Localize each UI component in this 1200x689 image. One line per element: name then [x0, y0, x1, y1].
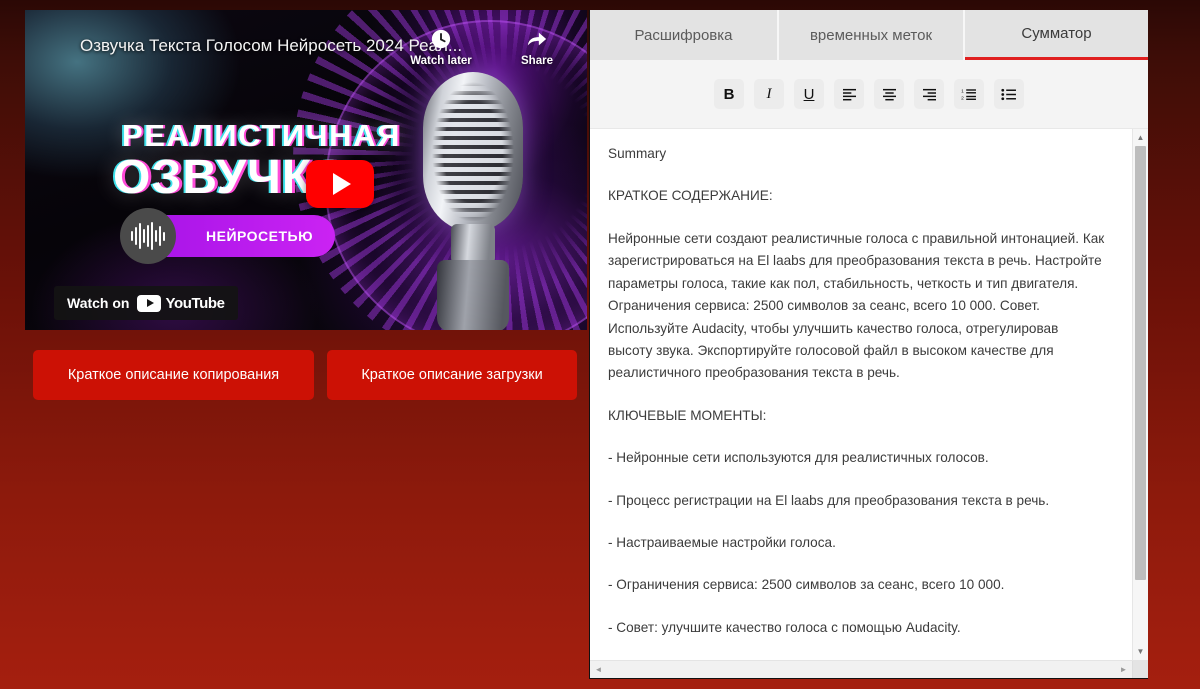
microphone-graphic [417, 72, 529, 330]
scroll-right-arrow-icon[interactable]: ► [1115, 661, 1132, 678]
video-title[interactable]: Озвучка Текста Голосом Нейросеть 2024 Ре… [80, 36, 462, 56]
play-button[interactable] [306, 160, 374, 208]
tab-summarizer[interactable]: Сумматор [965, 10, 1148, 60]
summary-action-buttons: Краткое описание копирования Краткое опи… [33, 350, 577, 400]
tab-bar: Расшифровка временных меток Сумматор [590, 10, 1148, 60]
download-summary-button[interactable]: Краткое описание загрузки [327, 350, 577, 400]
clock-icon [407, 28, 475, 54]
tab-transcript[interactable]: Расшифровка [590, 10, 779, 60]
ordered-list-icon[interactable]: 12 [954, 79, 984, 109]
summary-document[interactable]: Summary КРАТКОЕ СОДЕРЖАНИЕ: Нейронные се… [590, 129, 1132, 660]
vertical-scroll-track[interactable] [1133, 146, 1148, 643]
svg-text:1: 1 [961, 88, 964, 94]
align-center-icon[interactable] [874, 79, 904, 109]
formatting-toolbar: B I U 12 [590, 60, 1148, 129]
editor-area: Summary КРАТКОЕ СОДЕРЖАНИЕ: Нейронные се… [590, 129, 1148, 660]
watch-later-button[interactable]: Watch later [407, 28, 475, 67]
summary-heading: Summary [608, 146, 667, 161]
watch-later-label: Watch later [410, 55, 472, 67]
key-point-item: - Процесс регистрации на El laabs для пр… [608, 492, 1050, 508]
hero-headline-line1: РЕАЛИСТИЧНАЯ [122, 118, 402, 153]
tab-timestamps[interactable]: временных меток [779, 10, 965, 60]
hero-pill-label: НЕЙРОСЕТЬЮ [206, 228, 314, 244]
vertical-scrollbar[interactable]: ▲ ▼ [1132, 129, 1148, 660]
waveform-icon [120, 208, 176, 264]
key-point-item: - Совет: улучшите качество голоса с помо… [608, 619, 961, 635]
scrollbar-corner [1132, 661, 1148, 678]
italic-icon[interactable]: I [754, 79, 784, 109]
underline-glyph: U [803, 85, 815, 103]
youtube-video-embed[interactable]: Озвучка Текста Голосом Нейросеть 2024 Ре… [25, 10, 587, 330]
underline-icon[interactable]: U [794, 79, 824, 109]
copy-summary-button[interactable]: Краткое описание копирования [33, 350, 314, 400]
summarizer-panel: Расшифровка временных меток Сумматор B I… [589, 10, 1148, 679]
bold-icon[interactable]: B [714, 79, 744, 109]
scroll-left-arrow-icon[interactable]: ◄ [590, 661, 607, 678]
align-right-icon[interactable] [914, 79, 944, 109]
youtube-logo: YouTube [137, 294, 225, 312]
youtube-play-icon [137, 294, 162, 312]
video-actions: Watch later Share [407, 28, 571, 67]
section-title-key-points: КЛЮЧЕВЫЕ МОМЕНТЫ: [608, 407, 767, 423]
watch-on-label: Watch on [67, 295, 130, 311]
vertical-scroll-thumb[interactable] [1135, 146, 1146, 580]
share-button[interactable]: Share [503, 28, 571, 67]
horizontal-scroll-track[interactable] [607, 661, 1115, 678]
play-triangle-icon [333, 173, 351, 195]
key-point-item: - Нейронные сети используются для реалис… [608, 450, 989, 466]
scroll-down-arrow-icon[interactable]: ▼ [1133, 643, 1148, 660]
key-point-item: - Настраиваемые настройки голоса. [608, 535, 836, 551]
bullet-list-icon[interactable] [994, 79, 1024, 109]
youtube-wordmark: YouTube [165, 294, 225, 312]
watch-on-youtube-button[interactable]: Watch on YouTube [54, 286, 238, 320]
svg-text:2: 2 [961, 95, 964, 100]
section-title-summary: КРАТКОЕ СОДЕРЖАНИЕ: [608, 188, 773, 204]
section-body-summary: Нейронные сети создают реалистичные голо… [608, 230, 1105, 381]
share-icon [503, 28, 571, 54]
italic-glyph: I [766, 85, 772, 102]
align-left-icon[interactable] [834, 79, 864, 109]
scroll-up-arrow-icon[interactable]: ▲ [1133, 129, 1148, 146]
bold-glyph: B [723, 85, 735, 103]
horizontal-scrollbar[interactable]: ◄ ► [590, 660, 1148, 678]
key-point-item: - Ограничения сервиса: 2500 символов за … [608, 577, 1005, 593]
share-label: Share [521, 55, 553, 67]
